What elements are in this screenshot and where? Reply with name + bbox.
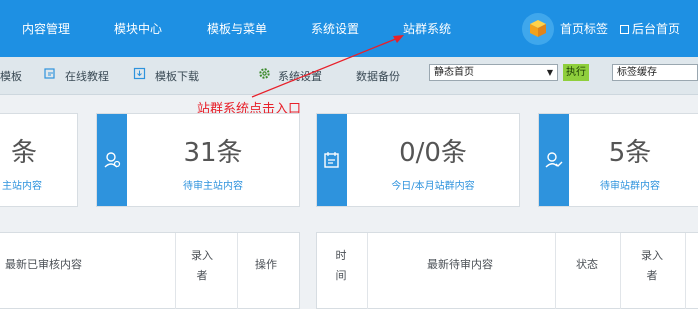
tag-cache-select[interactable]: 标签缓存 (612, 64, 698, 81)
static-page-select-value: 静态首页 (434, 67, 474, 78)
column-header: 操作 (255, 258, 277, 271)
approved-content-table: 最新已审核内容 录入 者 操作 (0, 232, 300, 309)
stat-value: 条 (10, 138, 37, 168)
nav-templates-menus[interactable]: 模板与菜单 (207, 20, 267, 37)
home-cube-icon[interactable] (522, 13, 554, 45)
online-tutorial-link[interactable]: 在线教程 (65, 68, 109, 84)
template-download-link[interactable]: 模板下载 (155, 68, 199, 84)
nav-site-group-system[interactable]: 站群系统 (403, 20, 451, 37)
column-divider (555, 233, 556, 309)
stat-value: 0/0条 (399, 138, 467, 168)
backstage-home-link[interactable]: 后台首页 (620, 20, 680, 37)
tutorial-icon (44, 68, 55, 79)
backstage-home-label: 后台首页 (632, 22, 681, 36)
execute-button[interactable]: 执行 (563, 64, 589, 81)
stat-card-pending-main[interactable]: 31条 待审主站内容 (96, 113, 300, 207)
stat-label: 待审主站内容 (183, 181, 243, 192)
data-backup-link[interactable]: 数据备份 (356, 68, 400, 84)
nav-system-settings[interactable]: 系统设置 (311, 20, 359, 37)
document-icon (620, 25, 629, 34)
template-link[interactable]: 模板 (0, 68, 22, 84)
column-header: 最新待审内容 (427, 258, 493, 271)
column-header: 状态 (576, 258, 598, 271)
stat-label: 待审站群内容 (600, 181, 660, 192)
stat-label: 今日/本月站群内容 (391, 181, 475, 192)
column-header: 时 间 (335, 249, 347, 282)
column-divider (685, 233, 686, 309)
static-page-select[interactable]: 静态首页 ▼ (429, 64, 558, 81)
column-header: 录入 者 (641, 249, 663, 282)
top-nav-bar: 内容管理 模块中心 模板与菜单 系统设置 站群系统 首页标签 后台首页 (0, 0, 698, 57)
pending-content-table: 时 间 最新待审内容 状态 录入 者 (316, 232, 698, 309)
stat-label: 主站内容 (2, 181, 42, 192)
stat-card-pending-site-group[interactable]: 5条 待审站群内容 (538, 113, 698, 207)
tag-cache-select-value: 标签缓存 (617, 67, 657, 78)
stat-card-site-group-content[interactable]: 0/0条 今日/本月站群内容 (316, 113, 520, 207)
gear-icon (259, 68, 270, 79)
nav-content-management[interactable]: 内容管理 (22, 20, 70, 37)
column-header: 最新已审核内容 (5, 258, 82, 271)
stat-card-main-content[interactable]: 条 主站内容 (0, 113, 78, 207)
stat-value: 31条 (183, 138, 243, 168)
system-settings-link[interactable]: 系统设置 (278, 68, 322, 84)
nav-module-center[interactable]: 模块中心 (114, 20, 162, 37)
column-divider (237, 233, 238, 309)
dropdown-arrow-icon: ▼ (546, 68, 553, 77)
home-tag-link[interactable]: 首页标签 (560, 20, 608, 37)
download-icon (133, 67, 146, 80)
column-divider (175, 233, 176, 309)
column-divider (620, 233, 621, 309)
stat-value: 5条 (608, 138, 652, 168)
column-header: 录入 者 (191, 249, 213, 282)
column-divider (367, 233, 368, 309)
